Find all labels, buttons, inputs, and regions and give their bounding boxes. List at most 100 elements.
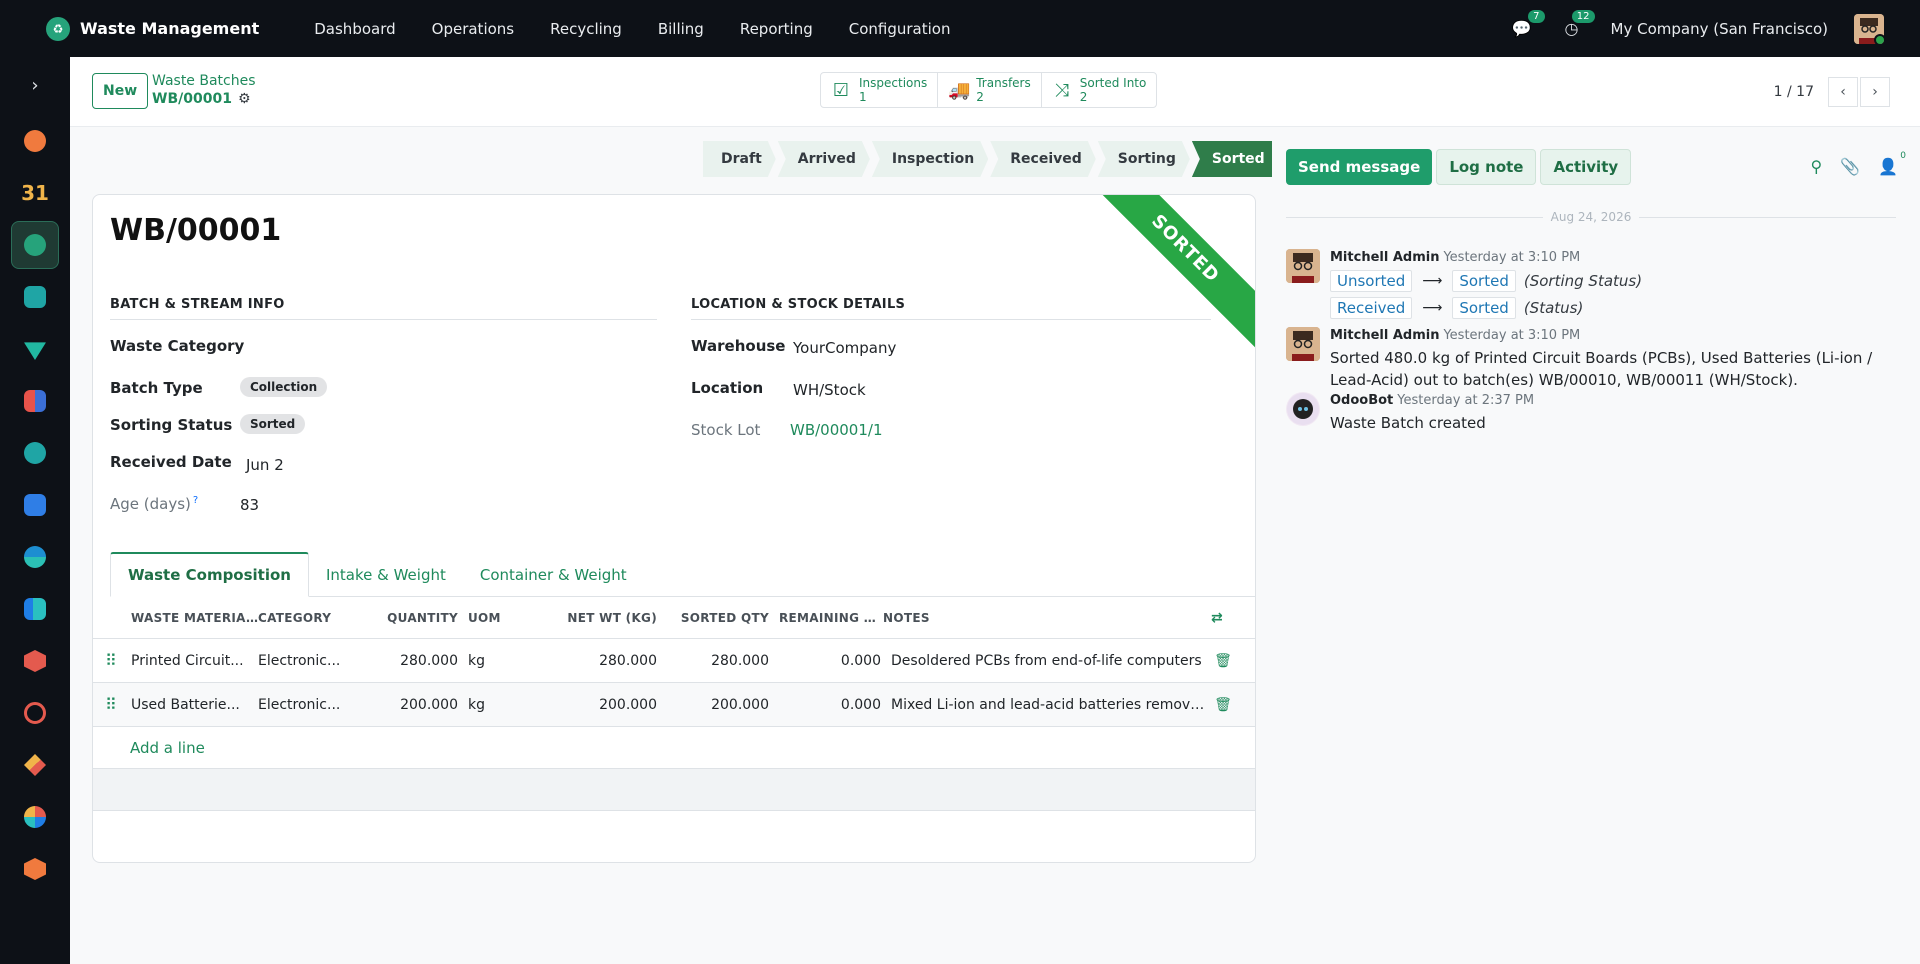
sidebar-app-settings[interactable] (11, 845, 59, 893)
drag-handle-icon[interactable]: ⠿ (105, 651, 121, 670)
received-date-value[interactable]: Jun 2 (246, 456, 284, 474)
log-note-button[interactable]: Log note (1436, 149, 1537, 185)
author-avatar[interactable] (1286, 327, 1320, 361)
sidebar-app-project[interactable] (11, 585, 59, 633)
add-line-link[interactable]: Add a line (93, 727, 1255, 769)
cell-category[interactable]: Electronic... (258, 653, 358, 669)
search-icon[interactable]: ⚲ (1810, 157, 1822, 176)
trash-icon[interactable]: 🗑 (1211, 653, 1235, 669)
message-author[interactable]: Mitchell Admin (1330, 328, 1439, 343)
trash-icon[interactable]: 🗑 (1211, 697, 1235, 713)
drag-handle-icon[interactable]: ⠿ (105, 695, 121, 714)
cell-sorted-qty[interactable]: 280.000 (657, 653, 769, 669)
col-uom[interactable]: UOM (458, 611, 533, 625)
transfers-smart-button[interactable]: 🚚 Transfers 2 (938, 73, 1042, 107)
separator-date: Aug 24, 2026 (1550, 210, 1632, 224)
followers-button[interactable]: 👤 0 (1878, 151, 1906, 176)
cell-quantity[interactable]: 280.000 (358, 653, 458, 669)
sidebar-app-calendar[interactable]: 31 (11, 169, 59, 217)
status-sorted[interactable]: Sorted (1191, 141, 1279, 177)
cell-material[interactable]: Used Batterie... (131, 697, 258, 713)
sorting-status-tag[interactable]: Sorted (240, 414, 306, 434)
sidebar-expand-icon[interactable]: › (0, 57, 70, 113)
sidebar-app-invoicing[interactable] (11, 481, 59, 529)
stock-lot-link[interactable]: WB/00001/1 (790, 421, 883, 439)
pager-previous-icon[interactable]: ‹ (1828, 77, 1858, 107)
odoobot-avatar[interactable] (1286, 392, 1320, 426)
optional-columns-icon[interactable]: ⇄ (1211, 610, 1241, 626)
col-notes[interactable]: NOTES (881, 611, 1211, 625)
menu-billing[interactable]: Billing (658, 20, 704, 38)
author-avatar[interactable] (1286, 249, 1320, 283)
send-message-button[interactable]: Send message (1286, 149, 1433, 185)
sidebar-app-fleet[interactable] (11, 429, 59, 477)
new-button[interactable]: New (92, 73, 149, 109)
inspections-smart-button[interactable]: ☑ Inspections 1 (821, 73, 939, 107)
cell-notes[interactable]: Mixed Li-ion and lead-acid batteries rem… (881, 697, 1211, 713)
table-row[interactable]: ⠿ Printed Circuit... Electronic... 280.0… (93, 639, 1255, 683)
messages-systray[interactable]: 💬 7 (1511, 9, 1545, 40)
sidebar-app-reporting[interactable] (11, 793, 59, 841)
warehouse-value[interactable]: YourCompany (793, 339, 896, 357)
cell-material[interactable]: Printed Circuit... (131, 653, 258, 669)
col-category[interactable]: CATEGORY (258, 611, 358, 625)
status-arrived[interactable]: Arrived (778, 141, 870, 177)
paperclip-icon[interactable]: 📎 (1840, 157, 1860, 176)
sidebar-app-crm[interactable] (11, 325, 59, 373)
menu-dashboard[interactable]: Dashboard (314, 20, 395, 38)
record-title[interactable]: WB/00001 (110, 213, 281, 248)
sidebar-app-waste[interactable] (11, 221, 59, 269)
col-net-wt[interactable]: NET WT (KG) (533, 611, 657, 625)
message-author[interactable]: Mitchell Admin (1330, 250, 1439, 265)
cell-sorted-qty[interactable]: 200.000 (657, 697, 769, 713)
cell-net-wt[interactable]: 280.000 (533, 653, 657, 669)
activities-systray[interactable]: ◷ 12 (1561, 9, 1595, 40)
sidebar-app-contacts[interactable] (11, 273, 59, 321)
status-inspection[interactable]: Inspection (872, 141, 988, 177)
gear-icon[interactable]: ⚙ (238, 91, 251, 107)
sidebar-app-discuss[interactable] (11, 117, 59, 165)
menu-recycling[interactable]: Recycling (550, 20, 622, 38)
sidebar-app-maintenance[interactable] (11, 689, 59, 737)
menu-reporting[interactable]: Reporting (740, 20, 813, 38)
message-author[interactable]: OdooBot (1330, 393, 1393, 408)
status-draft[interactable]: Draft (703, 141, 776, 177)
table-row[interactable]: ⠿ Used Batterie... Electronic... 200.000… (93, 683, 1255, 727)
sidebar-app-inventory[interactable] (11, 637, 59, 685)
batch-type-tag[interactable]: Collection (240, 377, 328, 397)
notebook-tabs: Waste Composition Intake & Weight Contai… (110, 552, 1255, 597)
status-received[interactable]: Received (990, 141, 1096, 177)
app-brand[interactable]: ♻ Waste Management (46, 16, 259, 41)
cell-category[interactable]: Electronic... (258, 697, 358, 713)
tab-container-weight[interactable]: Container & Weight (463, 552, 644, 597)
inventory-app-icon (24, 650, 46, 672)
company-switcher[interactable]: My Company (San Francisco) (1611, 20, 1828, 38)
sorted-into-smart-button[interactable]: ⤨ Sorted Into 2 (1042, 73, 1157, 107)
cell-notes[interactable]: Desoldered PCBs from end-of-life compute… (881, 653, 1211, 669)
status-sorting[interactable]: Sorting (1098, 141, 1190, 177)
sidebar-app-dashboards[interactable] (11, 377, 59, 425)
location-value[interactable]: WH/Stock (793, 381, 866, 399)
pager-next-icon[interactable]: › (1860, 77, 1890, 107)
breadcrumb-parent[interactable]: Waste Batches (152, 73, 256, 89)
col-quantity[interactable]: QUANTITY (358, 611, 458, 625)
user-avatar[interactable] (1854, 13, 1884, 44)
activity-button[interactable]: Activity (1540, 149, 1632, 185)
pager-value[interactable]: 1 / 17 (1774, 84, 1814, 100)
tab-intake-weight[interactable]: Intake & Weight (309, 552, 463, 597)
menu-configuration[interactable]: Configuration (849, 20, 951, 38)
cell-quantity[interactable]: 200.000 (358, 697, 458, 713)
col-waste-material[interactable]: WASTE MATERIA... (131, 611, 258, 625)
author-avatar-icon (1286, 249, 1320, 283)
help-tooltip-icon[interactable]: ? (193, 495, 198, 506)
cell-net-wt[interactable]: 200.000 (533, 697, 657, 713)
cell-uom[interactable]: kg (458, 697, 533, 713)
col-sorted-qty[interactable]: SORTED QTY (657, 611, 769, 625)
sidebar-app-website[interactable] (11, 533, 59, 581)
sidebar-app-sales[interactable] (11, 741, 59, 789)
message-time: Yesterday at 2:37 PM (1397, 393, 1535, 408)
cell-uom[interactable]: kg (458, 653, 533, 669)
tab-waste-composition[interactable]: Waste Composition (110, 552, 309, 597)
menu-operations[interactable]: Operations (432, 20, 514, 38)
col-remaining[interactable]: REMAINING T... (769, 611, 881, 625)
